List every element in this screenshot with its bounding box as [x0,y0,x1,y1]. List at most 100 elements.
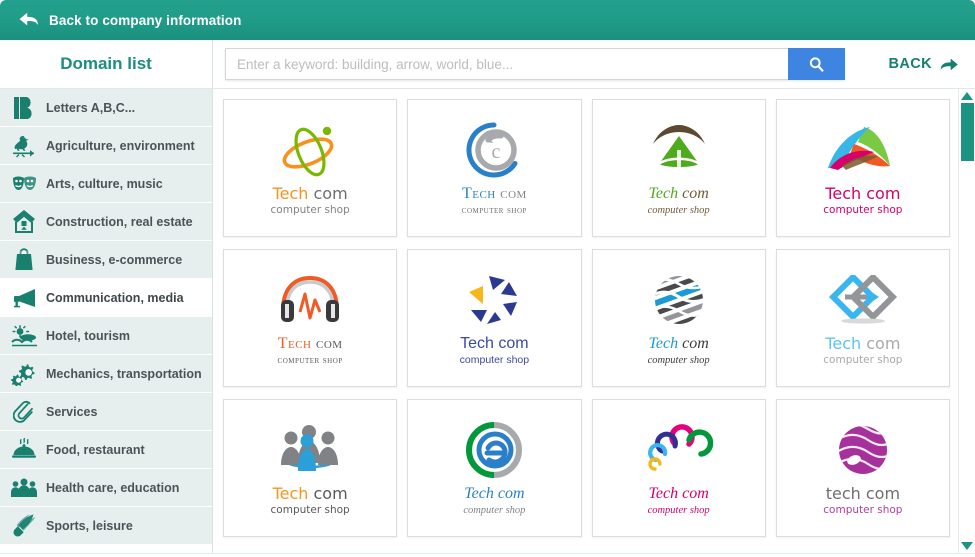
paperclip-icon [10,399,38,425]
triangle-down-icon[interactable] [961,542,973,550]
logo-tagline: computer shop [647,205,710,217]
logo-card[interactable]: c Tech com computer shop [407,99,582,237]
shuttlecock-icon [10,513,38,539]
logo-name-part1: tech [825,483,861,503]
headphones-icon [277,267,343,333]
logo-name-part1: Tech [272,483,309,503]
logo-card[interactable]: tech com computer shop [775,399,950,537]
logo-card[interactable]: Tech com computer shop [775,99,950,237]
logo-name-part1: Tech [648,184,679,202]
logo-tagline: computer shop [823,354,903,367]
logo-card[interactable]: Tech com computer shop [591,99,766,237]
sidebar-item-letters-a-b-c[interactable]: Letters A,B,C... [0,89,212,127]
sidebar-item-food-restaurant[interactable]: Food, restaurant [0,431,212,469]
search-icon [809,56,824,72]
sidebar-item-label: Construction, real estate [46,214,193,229]
scrollbar-track[interactable] [960,103,974,542]
sidebar-item-agriculture-environment[interactable]: Agriculture, environment [0,127,212,165]
theatre-masks-icon [10,171,38,197]
logo-tagline: computer shop [277,355,343,367]
logo-card[interactable]: Tech com computer shop [407,399,582,537]
house-icon [10,209,38,235]
logo-name-part2: com [313,483,348,503]
arrow-squares-icon [827,267,899,333]
logo-name-part1: Tech [460,334,494,352]
logo-tagline: computer shop [459,354,530,367]
sidebar-item-arts-culture-music[interactable]: Arts, culture, music [0,165,212,203]
logo-name: Tech com [272,483,348,503]
sidebar-item-construction-real-estate[interactable]: Construction, real estate [0,203,212,241]
purple-sphere-icon [834,417,892,483]
logo-name-part1: Tech [648,334,679,352]
logo-card[interactable]: Tech com computer shop [407,249,582,387]
logo-tagline: computer shop [463,505,526,517]
logo-name-part1: Tech [464,484,494,502]
logo-name: Tech com [462,185,527,203]
vertical-scrollbar[interactable] [958,89,975,553]
grid-wrap: Tech com computer shop c Tech com computer … [213,89,975,553]
logo-card[interactable]: Tech com computer shop [223,249,398,387]
logo-name-part2: com [682,334,709,352]
sidebar-item-communication-media[interactable]: Communication, media [0,279,212,317]
sidebar-item-label: Health care, education [46,480,180,495]
people-crowd-icon [276,417,344,483]
logo-name-part1: Tech [825,183,862,203]
logo-tagline: computer shop [461,205,527,217]
sidebar-item-services[interactable]: Services [0,393,212,431]
top-back-label: Back to company information [49,12,242,28]
colored-wings-icon [824,117,902,183]
search-input[interactable] [225,48,788,80]
logo-name: tech com [825,483,900,503]
sidebar-item-business-e-commerce[interactable]: Business, e-commerce [0,241,212,279]
back-button-label: BACK [888,56,932,72]
food-cloche-icon [10,437,38,463]
right-pane: BACK Tech comcomputer shop cTech comcomp… [213,40,975,553]
logo-name-part2: com [497,484,525,502]
search-button[interactable] [788,48,845,80]
logo-tagline: computer shop [647,355,710,367]
sidebar-item-label: Hotel, tourism [46,328,131,343]
tent-tree-icon [647,117,711,183]
back-arrow-icon [19,12,38,26]
logo-name-part2: com [315,334,343,352]
logo-name: Tech com [648,335,708,353]
triangle-up-icon[interactable] [961,92,973,100]
logo-name: Tech com [272,183,348,203]
sidebar-item-mechanics-transportation[interactable]: Mechanics, transportation [0,355,212,393]
search-wrap [225,48,845,80]
logo-card[interactable]: Tech com computer shop [775,249,950,387]
search-row: BACK [213,40,975,89]
sidebar: Domain list Letters A,B,C... Agriculture,… [0,40,213,553]
sidebar-item-label: Communication, media [46,290,184,305]
back-button[interactable]: BACK [889,56,960,73]
logo-tagline: computer shop [270,504,350,517]
beach-sun-icon [10,323,38,349]
logo-card[interactable]: Tech com computer shop [591,249,766,387]
sidebar-item-health-care-education[interactable]: Health care, education [0,469,212,507]
sidebar-item-label: Agriculture, environment [46,138,195,153]
logo-tagline: computer shop [647,505,710,517]
flower-arcs-icon [645,417,713,483]
sidebar-title: Domain list [0,40,212,89]
sidebar-item-label: Sports, leisure [46,518,133,533]
logo-name-part2: com [682,484,709,502]
logo-name-part1: Tech [272,183,309,203]
logo-card[interactable]: Tech com computer shop [223,399,398,537]
top-back-bar[interactable]: Back to company information [0,0,975,40]
logo-card[interactable]: Tech com computer shop [591,399,766,537]
sidebar-item-label: Arts, culture, music [46,176,163,191]
scrollbar-thumb[interactable] [960,103,974,161]
logo-card[interactable]: Tech com computer shop [223,99,398,237]
logo-tagline: computer shop [270,204,350,217]
atom-orbit-icon [279,117,341,183]
svg-text:c: c [492,141,501,163]
logo-name-part2: com [500,184,527,202]
logo-grid: Tech com computer shop c Tech com computer … [213,89,958,553]
logo-name-part2: com [866,183,901,203]
sidebar-item-hotel-tourism[interactable]: Hotel, tourism [0,317,212,355]
sidebar-item-sports-leisure[interactable]: Sports, leisure [0,507,212,545]
logo-name-part2: com [866,333,901,353]
c-circle-icon: c [465,117,523,183]
megaphone-icon [10,285,38,311]
sidebar-item-label: Mechanics, transportation [46,366,202,381]
